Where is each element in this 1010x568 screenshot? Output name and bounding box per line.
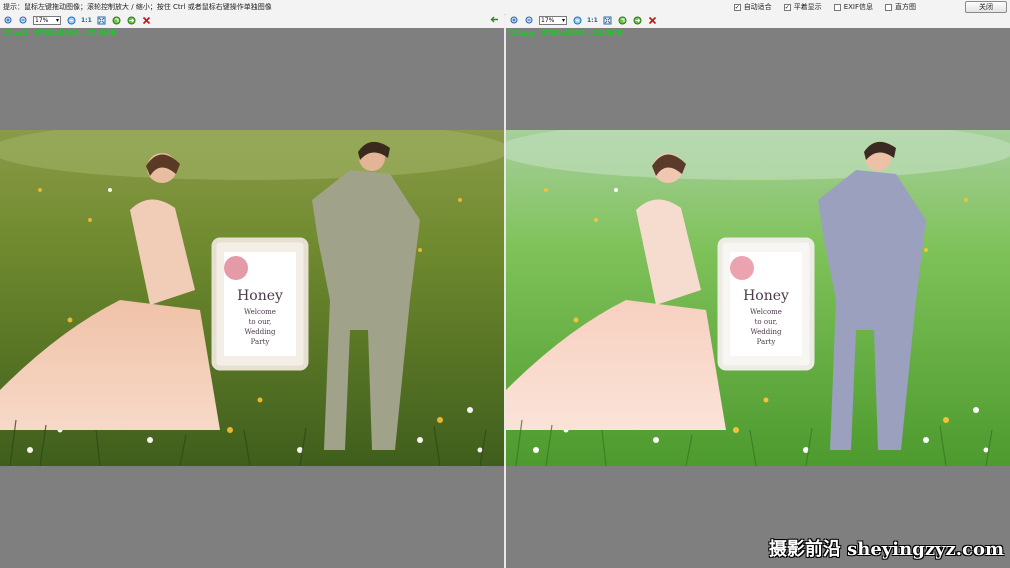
rotate-right-icon[interactable] — [127, 15, 137, 25]
right-image-pane[interactable]: 18.jpg , 5760x3840 , 13.0MB Honey Welcom… — [506, 28, 1010, 568]
chevron-down-icon: ▾ — [55, 16, 59, 24]
hint-text: 提示：鼠标左键拖动图像；滚轮控制放大 / 缩小；按住 Ctrl 或者鼠标右键操作… — [3, 3, 272, 11]
zoom-out-icon[interactable] — [524, 15, 534, 25]
sign-line-1: Welcome — [750, 308, 782, 316]
sign-line-4: Party — [757, 338, 776, 346]
zoom-select[interactable]: 17% ▾ — [539, 15, 567, 25]
zoom-out-icon[interactable] — [18, 15, 28, 25]
view-options: ✓ 自动适合 ✓ 平着显示 EXIF信息 直方图 — [733, 2, 916, 12]
rotate-left-icon[interactable] — [618, 15, 628, 25]
option-flat-display[interactable]: ✓ 平着显示 — [783, 2, 822, 12]
auto-fit-label: 自动适合 — [743, 3, 772, 11]
exif-label: EXIF信息 — [843, 3, 873, 11]
rotate-right-icon[interactable] — [633, 15, 643, 25]
fit-icon[interactable] — [66, 15, 76, 25]
rotate-left-icon[interactable] — [112, 15, 122, 25]
left-image-info: 17.cr2 , 5760x3840 , 27.0MB — [3, 29, 116, 37]
sign-line-2: to our, — [249, 318, 272, 326]
option-auto-fit[interactable]: ✓ 自动适合 — [733, 2, 772, 12]
exif-checkbox[interactable] — [833, 3, 841, 11]
option-exif[interactable]: EXIF信息 — [833, 2, 873, 12]
sign-title: Honey — [743, 288, 789, 304]
zoom-select[interactable]: 17% ▾ — [33, 15, 61, 25]
sync-arrow-icon[interactable] — [490, 15, 500, 25]
zoom-value: 17% — [541, 16, 555, 24]
zoom-value: 17% — [35, 16, 49, 24]
flat-display-checkbox[interactable]: ✓ — [783, 3, 791, 11]
actual-size-button[interactable]: 1:1 — [587, 17, 598, 24]
fullscreen-icon[interactable] — [603, 15, 613, 25]
fullscreen-icon[interactable] — [97, 15, 107, 25]
left-photo[interactable]: Honey Welcome to our, Wedding Party — [0, 130, 504, 466]
right-toolbar: 17% ▾ 1:1 — [506, 14, 1010, 27]
sign-line-1: Welcome — [244, 308, 276, 316]
right-photo[interactable]: Honey Welcome to our, Wedding Party — [506, 130, 1010, 466]
left-image-pane[interactable]: 17.cr2 , 5760x3840 , 27.0MB Honey Welcom… — [0, 28, 504, 568]
histogram-label: 直方图 — [895, 3, 916, 11]
option-histogram[interactable]: 直方图 — [885, 2, 916, 12]
actual-size-button[interactable]: 1:1 — [81, 17, 92, 24]
watermark-text: 摄影前沿 sheyingzyz.com — [768, 539, 1004, 560]
chevron-down-icon: ▾ — [561, 16, 565, 24]
sign-line-2: to our, — [755, 318, 778, 326]
fit-icon[interactable] — [572, 15, 582, 25]
histogram-checkbox[interactable] — [885, 3, 892, 11]
left-toolbar: 17% ▾ 1:1 — [0, 14, 504, 27]
zoom-in-icon[interactable] — [509, 15, 519, 25]
close-button[interactable]: 关闭 — [965, 1, 1007, 13]
sign-line-4: Party — [251, 338, 270, 346]
top-bar: 提示：鼠标左键拖动图像；滚轮控制放大 / 缩小；按住 Ctrl 或者鼠标右键操作… — [0, 0, 1010, 15]
delete-icon[interactable] — [142, 15, 152, 25]
sign-line-3: Wedding — [751, 328, 782, 336]
auto-fit-checkbox[interactable]: ✓ — [733, 3, 741, 11]
right-image-info: 18.jpg , 5760x3840 , 13.0MB — [509, 29, 622, 37]
flat-display-label: 平着显示 — [793, 3, 822, 11]
sign-line-3: Wedding — [245, 328, 276, 336]
delete-icon[interactable] — [648, 15, 658, 25]
zoom-in-icon[interactable] — [3, 15, 13, 25]
sign-title: Honey — [237, 288, 283, 304]
